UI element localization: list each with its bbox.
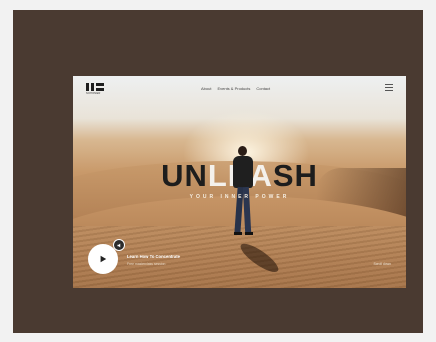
- hamburger-icon[interactable]: [385, 84, 393, 93]
- nav-item-about[interactable]: About: [201, 86, 211, 91]
- nav-item-events-products[interactable]: Events & Products: [217, 86, 250, 91]
- hero-section: NOHOMER About Events & Products Contact …: [73, 76, 406, 288]
- nav-item-contact[interactable]: Contact: [256, 86, 270, 91]
- hero-tagline: YOUR INNER POWER: [189, 194, 290, 200]
- brand-logo[interactable]: NOHOMER: [86, 83, 106, 95]
- volume-icon: [117, 243, 120, 247]
- cta-title[interactable]: Learn How To Concentrate: [127, 254, 180, 259]
- nav-menu: About Events & Products Contact: [201, 86, 270, 91]
- headline-part-3: SH: [272, 158, 318, 193]
- top-nav: NOHOMER About Events & Products Contact: [73, 76, 406, 98]
- logo-subtext: NOHOMER: [86, 92, 101, 95]
- scroll-hint[interactable]: Scroll down: [373, 262, 391, 266]
- cta-subtitle: Free masterclass session: [127, 262, 166, 266]
- headline-part-1: UN: [161, 158, 208, 193]
- mockup-frame: NOHOMER About Events & Products Contact …: [13, 10, 423, 333]
- play-icon: [100, 255, 107, 263]
- volume-button[interactable]: [113, 239, 125, 251]
- logo-mark-icon: [86, 83, 106, 91]
